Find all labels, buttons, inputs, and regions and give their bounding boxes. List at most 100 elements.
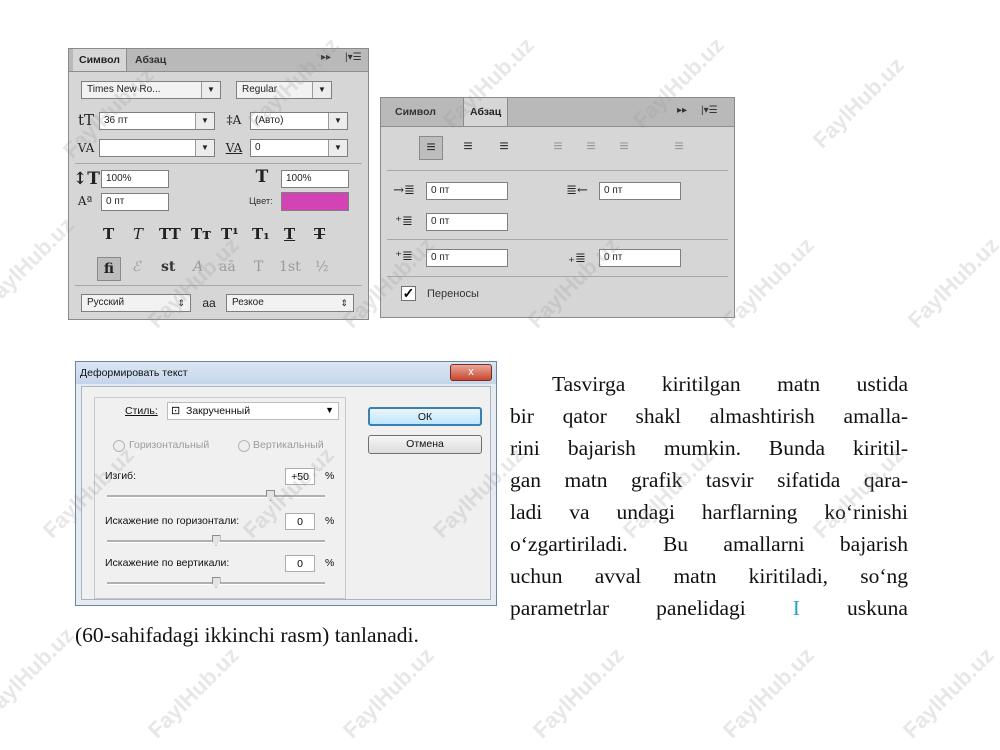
chevron-down-icon: ▼ (328, 113, 347, 129)
ligatures-button[interactable]: fi (97, 257, 121, 281)
tracking-input[interactable]: 0 ▼ (250, 139, 348, 157)
baseline-shift-value: 0 пт (106, 196, 125, 207)
chevron-down-icon: ▼ (325, 405, 334, 415)
chevron-down-icon: ▼ (201, 82, 220, 98)
text-line: bir qator shakl almashtirish amalla- (510, 404, 908, 428)
faux-italic-button[interactable]: T (133, 225, 143, 243)
close-button[interactable]: x (450, 364, 492, 381)
kerning-input[interactable]: ▼ (99, 139, 215, 157)
type-tool-icon: I (792, 596, 800, 620)
watermark: FaylHub.uz (142, 642, 244, 743)
vertical-distortion-input[interactable]: 0 (285, 555, 315, 572)
indent-first-line-input[interactable]: 0 пт (426, 213, 508, 231)
all-caps-button[interactable]: TT (159, 225, 181, 243)
watermark: FaylHub.uz (807, 52, 909, 153)
small-caps-button[interactable]: Tт (191, 225, 211, 243)
ok-button[interactable]: ОК (368, 407, 482, 426)
antialias-select[interactable]: Резкое ⇕ (226, 294, 354, 312)
align-center-icon[interactable]: ≡ (457, 136, 479, 158)
panel-menu-icon[interactable]: |▾☰ (701, 105, 718, 116)
language-value: Русский (87, 297, 125, 308)
horizontal-distortion-input[interactable]: 0 (285, 513, 315, 530)
vertical-scale-value: 100% (106, 173, 132, 184)
horizontal-distortion-slider-thumb[interactable] (211, 535, 221, 546)
baseline-shift-input[interactable]: 0 пт (101, 193, 169, 211)
collapse-icon[interactable]: ▸▸ (677, 105, 687, 116)
cancel-button[interactable]: Отмена (368, 435, 482, 454)
horizontal-scale-input[interactable]: 100% (281, 170, 349, 188)
separator (75, 163, 362, 164)
watermark: FaylHub.uz (527, 642, 629, 743)
horizontal-distortion-label: Искажение по горизонтали: (105, 515, 240, 527)
tracking-value: 0 (255, 142, 261, 153)
indent-left-input[interactable]: 0 пт (426, 182, 508, 200)
watermark: FaylHub.uz (0, 622, 79, 723)
fractions-button[interactable]: ½ (315, 259, 329, 275)
tab-symbol[interactable]: Символ (73, 49, 127, 71)
hyphenate-label: Переносы (427, 288, 479, 300)
indent-first-line-value: 0 пт (431, 216, 450, 227)
warp-style-icon: ⊡ (171, 405, 181, 417)
horizontal-distortion-percent: % (325, 515, 335, 527)
radio-vertical[interactable] (238, 440, 250, 452)
antialias-icon: aa (202, 296, 216, 310)
separator (387, 170, 728, 171)
indent-first-line-icon: ⁺≣ (395, 214, 413, 229)
style-label: Стиль: (125, 405, 158, 417)
text-word: panelidagi (656, 596, 746, 620)
style-select[interactable]: ⊡ Закрученный ▼ (167, 402, 339, 420)
subscript-button[interactable]: T₁ (252, 225, 270, 243)
text-line: parametrlar panelidagi I uskuna (510, 592, 908, 624)
dialog-title: Деформировать текст (76, 362, 496, 384)
text-line: Tasvirga kiritilgan matn ustida (552, 372, 908, 396)
chevron-down-icon: ▼ (195, 140, 214, 156)
text-word: uskuna (847, 596, 908, 620)
text-word: parametrlar (510, 596, 610, 620)
horizontal-label: Горизонтальный (129, 439, 210, 451)
tab-symbol[interactable]: Символ (389, 98, 442, 126)
justify-last-left-icon[interactable]: ≡ (547, 136, 569, 158)
indent-right-icon: ≣← (566, 183, 588, 198)
style-value: Закрученный (186, 405, 251, 417)
horizontal-scale-value: 100% (286, 173, 312, 184)
align-right-icon[interactable]: ≡ (493, 136, 515, 158)
horizontal-scale-icon: T (255, 167, 269, 187)
vertical-scale-input[interactable]: 100% (101, 170, 169, 188)
text-line-last: (60-sahifadagi ikkinchi rasm) tanlanadi. (75, 623, 419, 647)
color-swatch[interactable] (281, 192, 349, 211)
baseline-shift-icon: Aª (77, 194, 93, 208)
indent-left-value: 0 пт (431, 185, 450, 196)
paragraph-panel-tabbar: Символ Абзац ▸▸ |▾☰ (381, 98, 734, 127)
panel-menu-icon[interactable]: |▾☰ (345, 52, 362, 63)
vertical-distortion-percent: % (325, 557, 335, 569)
faux-bold-button[interactable]: T (103, 225, 114, 243)
strikethrough-button[interactable]: T (314, 225, 325, 243)
contextual-alternates-button[interactable]: st (161, 259, 175, 275)
vertical-distortion-slider-thumb[interactable] (211, 577, 221, 588)
antialias-value: Резкое (232, 297, 264, 308)
hyphenate-checkbox[interactable]: ✓ (401, 286, 416, 301)
vertical-scale-icon: ↕T (73, 169, 100, 189)
justify-last-right-icon[interactable]: ≡ (613, 136, 635, 158)
vertical-distortion-label: Искажение по вертикали: (105, 557, 230, 569)
watermark: FaylHub.uz (717, 642, 819, 743)
justify-last-center-icon[interactable]: ≡ (580, 136, 602, 158)
justify-all-icon[interactable]: ≡ (668, 136, 690, 158)
indent-right-input[interactable]: 0 пт (599, 182, 681, 200)
watermark: FaylHub.uz (337, 642, 439, 743)
titling-alternates-button[interactable]: T (254, 259, 263, 275)
underline-button[interactable]: T (284, 225, 295, 243)
align-left-icon[interactable]: ≡ (419, 136, 443, 160)
discretionary-ligatures-button[interactable]: ℰ (132, 259, 140, 275)
chevron-down-icon: ▼ (328, 140, 347, 156)
check-icon: ✓ (402, 285, 415, 301)
tracking-icon: VA (225, 141, 243, 155)
separator (387, 239, 728, 240)
separator (387, 276, 728, 277)
ordinals-button[interactable]: 1st (279, 259, 301, 275)
watermark: FaylHub.uz (897, 642, 999, 743)
text-line: uchun avval matn kiritiladi, so‘ng (510, 564, 908, 588)
watermark: FaylHub.uz (902, 232, 1000, 333)
options-group: Стиль: ⊡ Закрученный ▼ Горизонтальный Ве… (94, 397, 346, 599)
chevron-down-icon: ▼ (312, 82, 331, 98)
